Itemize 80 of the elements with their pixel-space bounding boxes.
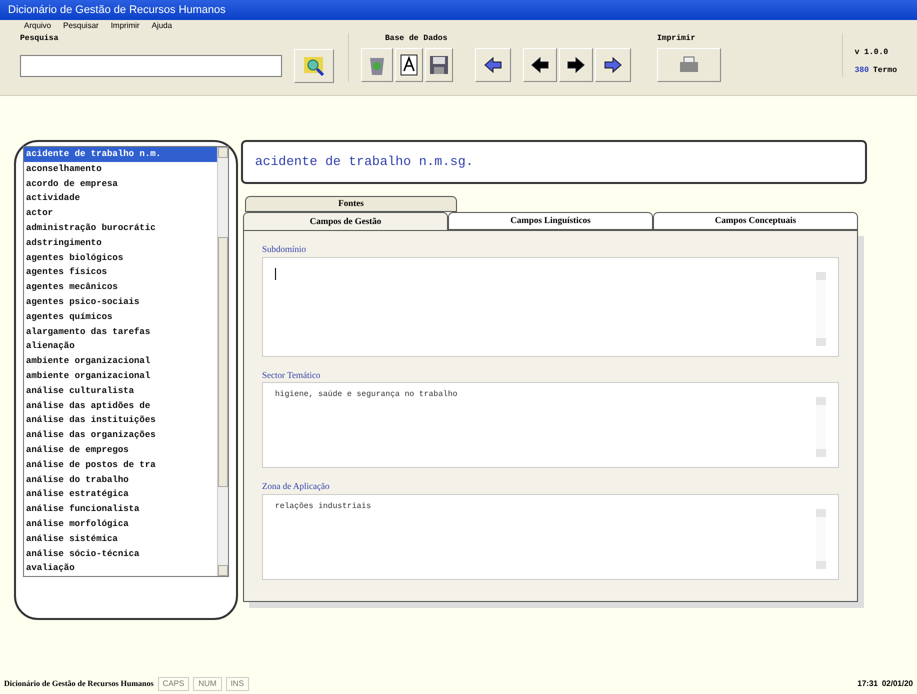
group-label: Imprimir: [657, 33, 696, 45]
term-list-item[interactable]: ambiente organizacional: [24, 368, 217, 384]
term-list-item[interactable]: adstringimento: [24, 236, 217, 251]
term-list-item[interactable]: alienação: [24, 339, 217, 354]
field-label: Sector Temático: [262, 368, 322, 382]
scrollbar[interactable]: [816, 397, 826, 457]
font-icon: [400, 54, 418, 76]
search-field[interactable]: [20, 55, 282, 77]
previous-button[interactable]: [523, 48, 557, 82]
status-indicator: CAPS: [158, 677, 190, 691]
text-area[interactable]: higiene, saúde e segurança no trabalho: [262, 382, 839, 468]
term-list-item[interactable]: análise funcionalista: [24, 502, 217, 517]
term-list-item[interactable]: actividade: [24, 191, 217, 206]
first-button[interactable]: [475, 48, 511, 82]
term-list-item[interactable]: análise das instituições: [24, 413, 217, 428]
tab[interactable]: Campos Linguísticos: [448, 212, 653, 230]
field-value: higiene, saúde e segurança no trabalho: [275, 389, 458, 401]
version-text: v 1.0.0: [854, 47, 890, 59]
text-cursor: [275, 268, 276, 280]
group-label: Base de Dados: [385, 33, 448, 45]
term-list-item[interactable]: agentes biológicos: [24, 250, 217, 266]
next-button[interactable]: [559, 48, 593, 82]
field-label: Zona de Aplicação: [262, 480, 330, 493]
term-list-item[interactable]: análise do trabalho: [24, 472, 217, 488]
group-label: Pesquisa: [20, 33, 60, 45]
term-list-item[interactable]: acidente de trabalho n.m.: [24, 147, 217, 162]
term-list-item[interactable]: acordo de empresa: [24, 176, 217, 192]
term-list-item[interactable]: análise sócio-técnica: [24, 546, 217, 562]
status-title: Dicionário de Gestão de Recursos Humanos: [4, 678, 154, 690]
scrollbar[interactable]: [816, 272, 826, 346]
term-list-item[interactable]: análise de postos de tra: [24, 458, 217, 473]
field-value: relações industriais: [275, 500, 372, 512]
term-list-item[interactable]: ambiente organizacional: [24, 354, 217, 369]
field-label: Subdomínio: [262, 243, 308, 256]
save-icon: [429, 55, 449, 75]
status-time: 17:31: [857, 678, 878, 690]
printer-icon: [679, 56, 699, 74]
term-count: 380: [854, 65, 869, 77]
text-area[interactable]: relações industriais: [262, 494, 839, 580]
term-list-item[interactable]: alargamento das tarefas: [24, 324, 217, 340]
font-button[interactable]: [395, 48, 423, 82]
term-count-label: Termo: [872, 65, 897, 77]
term-list-item[interactable]: avaliação: [24, 561, 217, 576]
menu-item[interactable]: Ajuda: [152, 20, 172, 32]
term-list-item[interactable]: agentes físicos: [24, 265, 217, 280]
tab[interactable]: Campos Conceptuais: [653, 212, 858, 230]
term-list-item[interactable]: análise morfológica: [24, 516, 217, 532]
term-list-item[interactable]: agentes químicos: [24, 310, 217, 325]
status-date: 02/01/20: [882, 678, 913, 690]
search-icon: [303, 55, 325, 77]
term-list-item[interactable]: análise estratégica: [24, 487, 217, 502]
left-arrow-icon: [483, 55, 503, 75]
status-indicator: NUM: [193, 677, 222, 691]
menu-item[interactable]: Imprimir: [110, 20, 140, 32]
scrollbar[interactable]: [816, 508, 826, 568]
term-list-item[interactable]: análise culturalista: [24, 384, 217, 399]
entry-heading: acidente de trabalho n.m.sg.: [255, 153, 474, 172]
right-arrow-icon: [566, 55, 586, 75]
save-button[interactable]: [425, 48, 453, 82]
right-arrow-icon: [603, 55, 623, 75]
term-list-item[interactable]: administração burocrátic: [24, 220, 217, 236]
term-list-item[interactable]: análise das aptidões de: [24, 398, 217, 414]
menu-item[interactable]: Arquivo: [24, 20, 52, 32]
left-arrow-icon: [530, 55, 550, 75]
term-list-item[interactable]: agentes mecânicos: [24, 280, 217, 295]
term-list-item[interactable]: análise de empregos: [24, 442, 217, 458]
scrollbar[interactable]: [217, 147, 228, 576]
status-indicator: INS: [226, 677, 249, 691]
tab[interactable]: Fontes: [245, 196, 457, 212]
last-button[interactable]: [595, 48, 631, 82]
term-list-item[interactable]: análise sistémica: [24, 532, 217, 547]
title-bar: Dicionário de Gestão de Recursos Humanos: [0, 0, 917, 20]
term-list-item[interactable]: análise das organizações: [24, 428, 217, 443]
term-list-item[interactable]: actor: [24, 206, 217, 221]
print-button[interactable]: [657, 48, 721, 82]
term-list-item[interactable]: aconselhamento: [24, 162, 217, 177]
search-button[interactable]: [294, 49, 334, 83]
term-list-item[interactable]: agentes psico-sociais: [24, 294, 217, 310]
menu-item[interactable]: Pesquisar: [63, 20, 99, 32]
tab[interactable]: Campos de Gestão: [243, 212, 448, 230]
